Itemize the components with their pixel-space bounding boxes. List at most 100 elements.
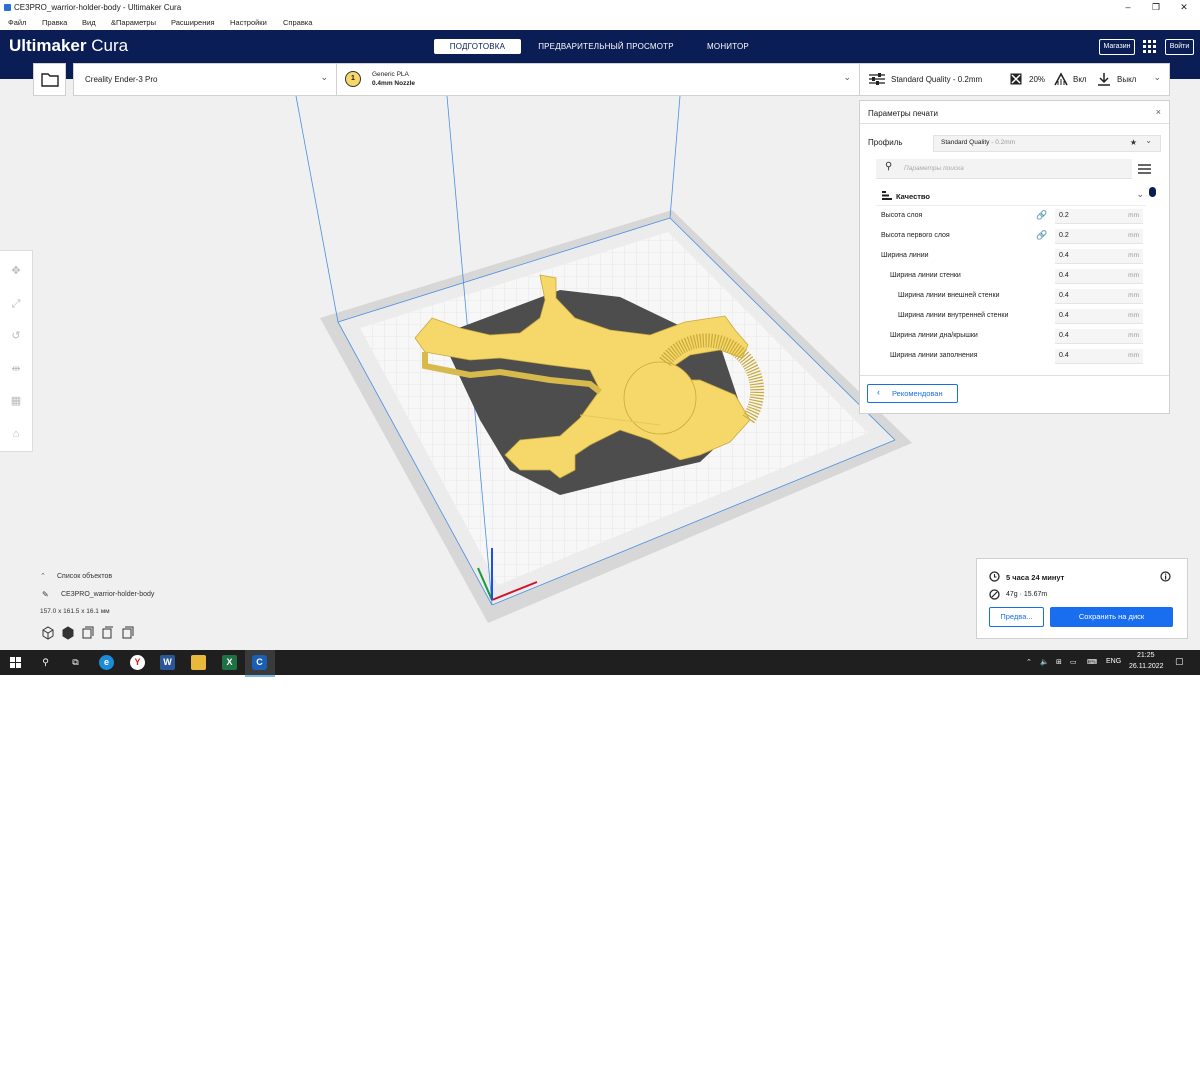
setting-row[interactable]: Ширина линии внутренней стенки 0.4 mm [860, 307, 1160, 326]
quality-category-icon [882, 191, 892, 200]
setting-value-input[interactable]: 0.4 mm [1055, 349, 1143, 364]
category-quality[interactable]: Качество ⌄ [876, 187, 1146, 206]
clock-date[interactable]: 26.11.2022 [1129, 663, 1164, 670]
app-header: Ultimaker Cura ПОДГОТОВКА ПРЕДВАРИТЕЛЬНЫ… [0, 30, 1200, 64]
keyboard-icon[interactable]: ⌨ [1087, 658, 1097, 666]
object-name[interactable]: CE3PRO_warrior-holder-body [61, 591, 154, 598]
menu-preferences[interactable]: &Параметры [111, 18, 156, 27]
setting-row[interactable]: Ширина линии стенки 0.4 mm [860, 267, 1160, 286]
setting-value-input[interactable]: 0.4 mm [1055, 289, 1143, 304]
link-icon[interactable]: 🔗 [1036, 230, 1047, 241]
pencil-icon[interactable]: ✎ [42, 590, 49, 599]
network-icon[interactable]: ⊞ [1056, 658, 1062, 666]
chevron-left-icon: ‹ [877, 387, 880, 397]
task-view-icon[interactable]: ⧉ [68, 655, 83, 670]
adhesion-value: Выкл [1117, 75, 1137, 84]
word-icon[interactable]: W [160, 655, 175, 670]
object-dimensions: 157.0 x 161.5 x 16.1 мм [40, 608, 110, 615]
profile-label: Профиль [868, 138, 903, 147]
nozzle-size: 0.4mm Nozzle [372, 80, 415, 87]
rotate-tool-icon[interactable]: ↺ [9, 329, 23, 343]
object-list-label[interactable]: Список объектов [57, 573, 112, 580]
settings-search[interactable]: ⚲ Параметры поиска [876, 159, 1132, 179]
setting-value-input[interactable]: 0.4 mm [1055, 249, 1143, 264]
marketplace-button[interactable]: Магазин [1099, 39, 1135, 55]
setting-row[interactable]: Ширина линии 0.4 mm [860, 247, 1160, 266]
preview-button[interactable]: Предва... [989, 607, 1044, 627]
material-name: Generic PLA [372, 71, 409, 78]
setting-row[interactable]: Ширина линии дна/крышки 0.4 mm [860, 327, 1160, 346]
material-usage: 47g · 15.67m [1006, 591, 1048, 598]
chevron-up-icon[interactable]: ⌃ [40, 572, 46, 580]
recommended-button[interactable]: ‹ Рекомендован [867, 384, 958, 403]
setting-value-input[interactable]: 0.4 mm [1055, 329, 1143, 344]
sign-in-button[interactable]: Войти [1165, 39, 1194, 55]
folder-icon [41, 73, 59, 87]
display-icon[interactable]: ▭ [1070, 658, 1077, 666]
windows-start-icon[interactable] [10, 657, 21, 668]
settings-menu-icon[interactable] [1138, 162, 1151, 174]
save-to-disk-button[interactable]: Сохранить на диск [1050, 607, 1173, 627]
notifications-icon[interactable]: ▢ [1175, 656, 1184, 667]
menu-view[interactable]: Вид [82, 18, 96, 27]
setting-value-input[interactable]: 0.4 mm [1055, 309, 1143, 324]
printer-name: Creality Ender-3 Pro [85, 75, 158, 84]
tab-preview[interactable]: ПРЕДВАРИТЕЛЬНЫЙ ПРОСМОТР [532, 39, 680, 54]
search-input[interactable]: Параметры поиска [904, 165, 964, 172]
printer-selector[interactable]: Creality Ender-3 Pro ⌄ [73, 63, 337, 96]
profile-dropdown[interactable]: Standard Quality - 0.2mm ★ ⌄ [933, 135, 1161, 152]
setting-row[interactable]: Ширина линии заполнения 0.4 mm [860, 347, 1160, 366]
menu-edit[interactable]: Правка [42, 18, 67, 27]
clock-time[interactable]: 21:25 [1137, 652, 1155, 659]
transform-toolbar: ✥ ⤢ ↺ ⇹ ▦ ⌂ [0, 250, 33, 452]
open-file-button[interactable] [33, 63, 66, 96]
scale-tool-icon[interactable]: ⤢ [9, 297, 23, 311]
tab-monitor[interactable]: МОНИТОР [694, 39, 762, 54]
restore-button[interactable]: ❐ [1143, 1, 1169, 14]
apps-grid-icon[interactable] [1143, 40, 1156, 53]
setting-row[interactable]: Высота первого слоя 🔗 0.2 mm [860, 227, 1160, 246]
tray-chevron-icon[interactable]: ⌃ [1026, 658, 1032, 666]
adhesion-icon [1098, 73, 1110, 86]
excel-icon[interactable]: X [222, 655, 237, 670]
file-explorer-icon[interactable] [191, 655, 206, 670]
cura-taskbar-button[interactable]: C [245, 650, 275, 677]
mirror-tool-icon[interactable]: ⇹ [9, 362, 23, 376]
setting-value-input[interactable]: 0.2 mm [1055, 209, 1143, 224]
search-icon[interactable]: ⚲ [38, 655, 53, 670]
language-indicator[interactable]: ENG [1106, 658, 1121, 665]
scrollbar-handle[interactable] [1149, 187, 1156, 197]
menu-extensions[interactable]: Расширения [171, 18, 215, 27]
infill-value: 20% [1029, 75, 1046, 84]
menu-help[interactable]: Справка [283, 18, 312, 27]
info-icon[interactable] [1160, 571, 1171, 582]
support-blocker-icon[interactable]: ⌂ [9, 427, 23, 441]
move-tool-icon[interactable]: ✥ [9, 264, 23, 278]
edge-icon[interactable]: e [99, 655, 114, 670]
minimize-button[interactable]: – [1115, 1, 1141, 14]
sliders-icon [869, 73, 885, 85]
panel-title: Параметры печати [868, 109, 938, 118]
menu-file[interactable]: Файл [8, 18, 26, 27]
tab-prepare[interactable]: ПОДГОТОВКА [434, 39, 521, 54]
chevron-down-icon: ⌄ [1153, 72, 1161, 82]
star-icon[interactable]: ★ [1130, 138, 1137, 147]
setting-row[interactable]: Высота слоя 🔗 0.2 mm [860, 207, 1160, 226]
menu-settings[interactable]: Настройки [230, 18, 267, 27]
close-button[interactable]: ✕ [1171, 1, 1197, 14]
yandex-browser-icon[interactable]: Y [130, 655, 145, 670]
per-model-settings-icon[interactable]: ▦ [9, 394, 23, 408]
material-selector[interactable]: 1 Generic PLA 0.4mm Nozzle ⌄ [336, 63, 860, 96]
setting-value-input[interactable]: 0.4 mm [1055, 269, 1143, 284]
setting-row[interactable]: Ширина линии внешней стенки 0.4 mm [860, 287, 1160, 306]
support-icon [1054, 72, 1068, 86]
setting-value-input[interactable]: 0.2 mm [1055, 229, 1143, 244]
close-icon[interactable]: × [1156, 107, 1161, 117]
volume-icon[interactable]: 🔈 [1040, 658, 1049, 666]
support-value: Вкл [1073, 75, 1087, 84]
search-icon: ⚲ [885, 161, 893, 172]
windows-taskbar: ⚲ ⧉ e Y W X C ⌃ 🔈 ⊞ ▭ ⌨ ENG 21:25 26.11.… [0, 650, 1200, 677]
print-settings-selector[interactable]: Standard Quality - 0.2mm 20% Вкл Выкл ⌄ [859, 63, 1170, 96]
clock-icon [989, 571, 1000, 582]
link-icon[interactable]: 🔗 [1036, 210, 1047, 221]
